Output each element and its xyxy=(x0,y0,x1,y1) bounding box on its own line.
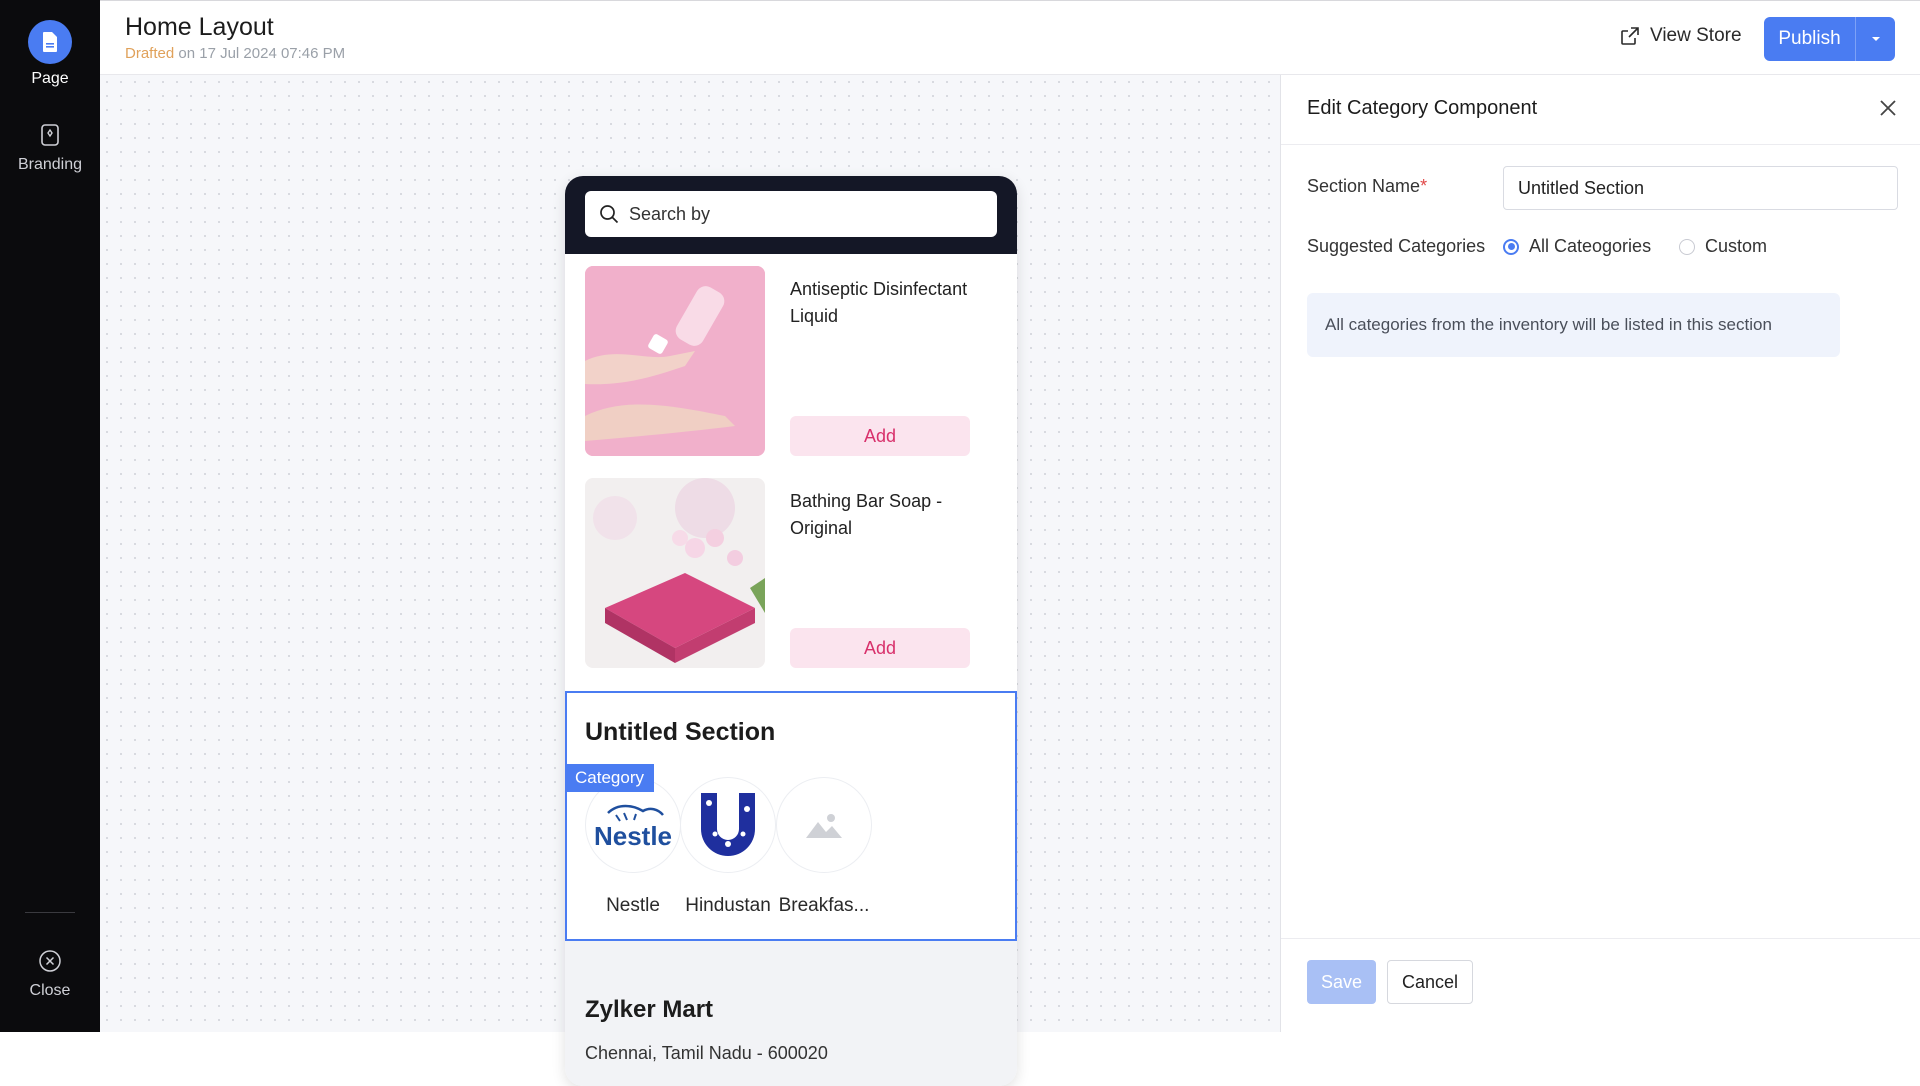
radio-selected-icon xyxy=(1503,238,1519,255)
store-header-bar: Search by xyxy=(565,176,1017,254)
sidebar-divider xyxy=(25,912,75,913)
caret-down-icon xyxy=(1871,37,1880,41)
product-name: Bathing Bar Soap - Original xyxy=(790,491,943,538)
category-name: Breakfas... xyxy=(778,895,870,916)
suggested-categories-label: Suggested Categories xyxy=(1307,236,1486,256)
sidebar-item-branding[interactable]: Branding xyxy=(0,120,100,174)
radio-label: Custom xyxy=(1705,236,1768,256)
radio-custom[interactable]: Custom xyxy=(1679,236,1767,257)
cancel-button[interactable]: Cancel xyxy=(1387,960,1473,1004)
panel-title: Edit Category Component xyxy=(1307,97,1538,119)
section-name-input[interactable] xyxy=(1503,166,1898,210)
drafted-date: on 17 Jul 2024 07:46 PM xyxy=(178,45,346,62)
section-name-label: Section Name* xyxy=(1307,176,1427,197)
external-link-icon xyxy=(1621,27,1639,45)
publish-button-group: Publish xyxy=(1764,17,1895,61)
category-section[interactable]: Untitled Section Nestle Nestle Hindustan… xyxy=(565,691,1017,941)
panel-footer: Save Cancel xyxy=(1281,938,1920,1032)
store-name: Zylker Mart xyxy=(585,996,714,1023)
page-icon xyxy=(28,20,72,64)
radio-label: All Cateogories xyxy=(1529,236,1652,256)
section-title: Untitled Section xyxy=(585,718,776,746)
product-name: Antiseptic Disinfectant Liquid xyxy=(790,279,968,326)
hindustan-logo xyxy=(680,777,776,873)
left-sidebar: Page Branding Close xyxy=(0,0,100,1032)
section-name-label-text: Section Name xyxy=(1307,176,1421,196)
sidebar-item-close[interactable]: Close xyxy=(0,946,100,1000)
radio-unselected-icon xyxy=(1679,238,1695,255)
view-store-button[interactable]: View Store xyxy=(1620,25,1742,47)
sidebar-item-label: Branding xyxy=(17,156,83,173)
category-component-tag: Category xyxy=(565,764,654,792)
view-store-label: View Store xyxy=(1650,25,1742,46)
info-message: All categories from the inventory will b… xyxy=(1307,293,1840,357)
publish-dropdown-button[interactable] xyxy=(1855,17,1895,61)
draft-status: Drafted on 17 Jul 2024 07:46 PM xyxy=(125,45,345,62)
product-image-disinfectant xyxy=(585,266,765,456)
radio-all-categories[interactable]: All Cateogories xyxy=(1503,236,1651,257)
add-to-cart-button[interactable]: Add xyxy=(790,628,970,668)
close-icon xyxy=(1880,100,1896,116)
phone-preview: Search by Antiseptic Disinfectant Liquid… xyxy=(565,176,1017,1086)
add-to-cart-button[interactable]: Add xyxy=(790,416,970,456)
drafted-label: Drafted xyxy=(125,45,175,62)
product-card[interactable]: Antiseptic Disinfectant Liquid Add xyxy=(585,266,997,456)
store-footer: Zylker Mart Chennai, Tamil Nadu - 600020 xyxy=(565,941,1017,1086)
branding-icon xyxy=(28,120,72,150)
product-image-soap xyxy=(585,478,765,668)
store-search-input[interactable]: Search by xyxy=(585,191,997,237)
page-title: Home Layout xyxy=(125,13,274,41)
sidebar-item-label: Page xyxy=(31,70,69,87)
save-button[interactable]: Save xyxy=(1307,960,1376,1004)
category-item[interactable]: Breakfas... xyxy=(764,777,884,917)
publish-button[interactable]: Publish xyxy=(1764,17,1855,61)
preview-canvas: Search by Antiseptic Disinfectant Liquid… xyxy=(100,75,1280,1086)
close-panel-button[interactable] xyxy=(1875,95,1901,121)
edit-category-panel: Edit Category Component Section Name* Su… xyxy=(1280,75,1920,1032)
image-placeholder-icon xyxy=(776,777,872,873)
panel-header: Edit Category Component xyxy=(1281,75,1920,145)
sidebar-item-label: Close xyxy=(29,982,71,999)
search-placeholder: Search by xyxy=(629,203,711,224)
close-circle-icon xyxy=(28,946,72,976)
sidebar-item-page[interactable]: Page xyxy=(0,20,100,88)
required-mark: * xyxy=(1420,176,1428,196)
top-header: Home Layout Drafted on 17 Jul 2024 07:46… xyxy=(100,0,1920,75)
svg-text:Nestle: Nestle xyxy=(594,821,672,851)
product-card[interactable]: Bathing Bar Soap - Original Add xyxy=(585,478,997,668)
store-address: Chennai, Tamil Nadu - 600020 xyxy=(585,1043,828,1063)
search-icon xyxy=(600,205,619,224)
